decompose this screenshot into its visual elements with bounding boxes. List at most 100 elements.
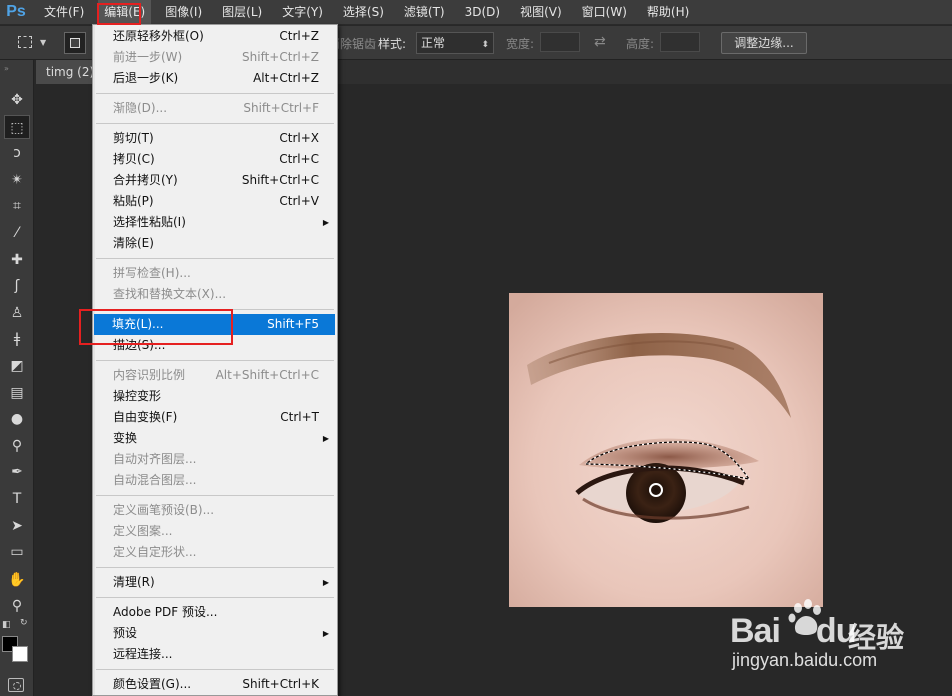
menu-file[interactable]: 文件(F) xyxy=(38,0,90,25)
menu-help[interactable]: 帮助(H) xyxy=(641,0,695,25)
menu-view[interactable]: 视图(V) xyxy=(514,0,568,25)
menu-item-label: 前进一步(W) xyxy=(113,50,183,64)
menu-item-undo[interactable]: 还原轻移外框(O) Ctrl+Z xyxy=(95,26,335,47)
type-tool-icon[interactable]: T xyxy=(4,487,30,511)
swap-colors-icon[interactable]: ↻ xyxy=(20,618,28,628)
menu-item-shortcut: Alt+Ctrl+Z xyxy=(253,71,319,85)
width-input[interactable] xyxy=(540,32,580,52)
document-image[interactable] xyxy=(509,293,823,607)
menu-item-presets[interactable]: 预设 ▶ xyxy=(95,623,335,644)
tool-preset-dropdown-icon[interactable]: ▼ xyxy=(40,38,48,47)
style-select[interactable]: 正常 ⬍ xyxy=(416,32,494,54)
menu-item-label: 还原轻移外框(O) xyxy=(113,29,204,43)
menu-select[interactable]: 选择(S) xyxy=(337,0,390,25)
rectangle-tool-icon[interactable]: ▭ xyxy=(4,540,30,564)
height-input[interactable] xyxy=(660,32,700,52)
menu-item-label: 操控变形 xyxy=(113,389,162,403)
healing-brush-tool-icon[interactable]: ✚ xyxy=(4,248,30,272)
baidu-jingyan-watermark: Bai du 经验 jingyan.baidu.com xyxy=(730,596,952,696)
magic-wand-tool-icon[interactable]: ✴ xyxy=(4,168,30,192)
crop-tool-icon[interactable]: ⌗ xyxy=(4,194,30,218)
menu-item-label: 合并拷贝(Y) xyxy=(113,173,178,187)
menu-filter[interactable]: 滤镜(T) xyxy=(398,0,451,25)
menu-item-color-settings[interactable]: 颜色设置(G)... Shift+Ctrl+K xyxy=(95,674,335,695)
menu-item-copy[interactable]: 拷贝(C) Ctrl+C xyxy=(95,149,335,170)
lasso-tool-icon[interactable]: ↄ xyxy=(4,141,30,165)
menu-item-free-transform[interactable]: 自由变换(F) Ctrl+T xyxy=(95,407,335,428)
menu-separator xyxy=(96,597,334,598)
swap-width-height-icon[interactable]: ⇄ xyxy=(594,34,606,56)
photoshop-logo: Ps xyxy=(6,3,26,20)
gradient-tool-icon[interactable]: ▤ xyxy=(4,381,30,405)
menu-item-define-custom-shape: 定义自定形状... xyxy=(95,542,335,563)
dodge-tool-icon[interactable]: ⚲ xyxy=(4,434,30,458)
menu-image[interactable]: 图像(I) xyxy=(159,0,208,25)
menu-window[interactable]: 窗口(W) xyxy=(576,0,633,25)
move-tool-icon[interactable]: ✥ xyxy=(4,88,30,112)
menu-item-transform[interactable]: 变换 ▶ xyxy=(95,428,335,449)
background-color-swatch[interactable] xyxy=(12,646,28,662)
panel-collapse-icon[interactable]: » xyxy=(4,64,30,73)
menu-type[interactable]: 文字(Y) xyxy=(276,0,329,25)
menu-separator xyxy=(96,258,334,259)
menu-item-label: 自动混合图层... xyxy=(113,473,197,487)
menu-item-shortcut: Ctrl+X xyxy=(279,131,319,145)
style-label: 样式: xyxy=(378,37,407,51)
refine-edge-button[interactable]: 调整边缘... xyxy=(721,32,807,54)
brush-tool-icon[interactable]: ʃ xyxy=(4,274,30,298)
menu-item-label: 清除(E) xyxy=(113,236,154,250)
hand-tool-icon[interactable]: ✋ xyxy=(4,568,30,592)
menu-item-shortcut: Ctrl+T xyxy=(280,410,319,424)
quick-mask-icon[interactable] xyxy=(8,678,24,692)
menu-item-step-backward[interactable]: 后退一步(K) Alt+Ctrl+Z xyxy=(95,68,335,89)
default-colors-icon[interactable]: ◧ xyxy=(2,620,11,630)
menu-separator xyxy=(96,567,334,568)
zoom-tool-icon[interactable]: ⚲ xyxy=(4,594,30,618)
fill-item-annotation-box xyxy=(79,309,233,345)
menu-item-cut[interactable]: 剪切(T) Ctrl+X xyxy=(95,128,335,149)
menu-item-define-pattern: 定义图案... xyxy=(95,521,335,542)
menu-item-label: 拼写检查(H)... xyxy=(113,266,191,280)
watermark-url: jingyan.baidu.com xyxy=(732,650,878,670)
new-selection-button[interactable] xyxy=(64,32,86,54)
menu-item-copy-merged[interactable]: 合并拷贝(Y) Shift+Ctrl+C xyxy=(95,170,335,191)
eye-photo xyxy=(509,293,823,607)
blur-tool-icon[interactable]: ● xyxy=(4,407,30,431)
menu-item-label: 颜色设置(G)... xyxy=(113,677,192,691)
width-label: 宽度: xyxy=(506,37,535,51)
watermark-brand-bai: Bai xyxy=(730,612,781,650)
menu-item-shortcut: Shift+F5 xyxy=(267,317,319,331)
tools-panel: » ✥ ⬚ ↄ ✴ ⌗ ⁄ ✚ ʃ ♙ ǂ ◩ ▤ ● ⚲ ✒ T ➤ ▭ ✋ ⚲ ◧ ↻ xyxy=(0,60,34,696)
path-selection-tool-icon[interactable]: ➤ xyxy=(4,514,30,538)
menu-item-label: 剪切(T) xyxy=(113,131,154,145)
menu-item-remote-connections[interactable]: 远程连接... xyxy=(95,644,335,665)
menu-item-label: 拷贝(C) xyxy=(113,152,155,166)
submenu-arrow-icon: ▶ xyxy=(322,629,329,638)
menu-item-puppet-warp[interactable]: 操控变形 xyxy=(95,386,335,407)
menu-3d[interactable]: 3D(D) xyxy=(459,0,506,25)
height-label: 高度: xyxy=(626,37,655,51)
marquee-tool-icon[interactable]: ⬚ xyxy=(4,114,30,139)
menu-item-label: 内容识别比例 xyxy=(113,368,186,382)
menu-item-paste[interactable]: 粘贴(P) Ctrl+V xyxy=(95,191,335,212)
menu-item-label: 选择性粘贴(I) xyxy=(113,215,186,229)
chevron-updown-icon: ⬍ xyxy=(481,40,489,50)
rectangular-marquee-preset-icon[interactable] xyxy=(14,32,36,54)
menu-item-paste-special[interactable]: 选择性粘贴(I) ▶ xyxy=(95,212,335,233)
menu-item-shortcut: Shift+Ctrl+F xyxy=(243,101,319,115)
menu-item-adobe-pdf-presets[interactable]: Adobe PDF 预设... xyxy=(95,602,335,623)
clone-stamp-tool-icon[interactable]: ♙ xyxy=(4,301,30,325)
menu-separator xyxy=(96,123,334,124)
history-brush-tool-icon[interactable]: ǂ xyxy=(4,327,30,351)
menu-item-shortcut: Ctrl+C xyxy=(279,152,319,166)
pen-tool-icon[interactable]: ✒ xyxy=(4,460,30,484)
menu-item-purge[interactable]: 清理(R) ▶ xyxy=(95,572,335,593)
menu-item-content-aware-scale: 内容识别比例 Alt+Shift+Ctrl+C xyxy=(95,365,335,386)
menu-item-label: 变换 xyxy=(113,431,138,445)
menu-item-label: 远程连接... xyxy=(113,647,173,661)
menu-item-shortcut: Shift+Ctrl+Z xyxy=(242,50,319,64)
eraser-tool-icon[interactable]: ◩ xyxy=(4,354,30,378)
eyedropper-tool-icon[interactable]: ⁄ xyxy=(4,221,30,245)
menu-item-clear[interactable]: 清除(E) xyxy=(95,233,335,254)
menu-layer[interactable]: 图层(L) xyxy=(216,0,268,25)
